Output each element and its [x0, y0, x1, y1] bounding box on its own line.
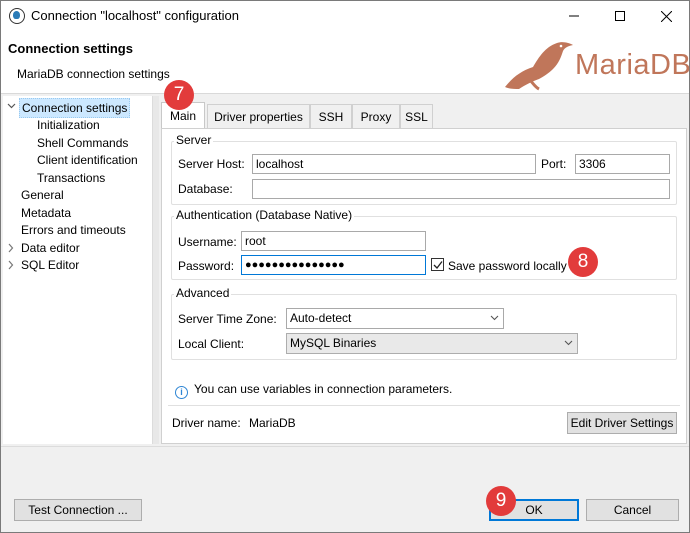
nav-item-general[interactable]: General	[21, 186, 64, 204]
header-title: Connection settings	[8, 41, 133, 56]
nav-item-transactions[interactable]: Transactions	[37, 169, 105, 187]
logo-text: MariaDB	[575, 49, 690, 81]
nav-item-initialization[interactable]: Initialization	[37, 116, 100, 134]
chevron-down-icon[interactable]	[7, 97, 17, 115]
footer-divider	[1, 446, 689, 447]
save-password-checkbox[interactable]	[431, 258, 444, 271]
title-bar: Connection "localhost" configuration	[1, 1, 689, 31]
port-input[interactable]: 3306	[575, 154, 670, 174]
nav-label: Client identification	[37, 153, 138, 167]
test-connection-button[interactable]: Test Connection ...	[14, 499, 142, 521]
nav-label: Metadata	[21, 206, 72, 220]
info-text: You can use variables in connection para…	[194, 382, 453, 396]
chevron-right-icon[interactable]	[7, 239, 17, 257]
mariadb-logo: MariaDB	[499, 31, 690, 93]
cancel-button[interactable]: Cancel	[586, 499, 679, 521]
close-button[interactable]	[643, 1, 689, 31]
minimize-button[interactable]	[551, 1, 597, 31]
dialog-header: Connection settings MariaDB connection s…	[1, 31, 690, 93]
database-label: Database:	[178, 182, 233, 196]
advanced-group-title: Advanced	[174, 286, 232, 300]
username-input[interactable]: root	[241, 231, 426, 251]
local-client-label: Local Client:	[178, 337, 245, 351]
chevron-down-icon	[490, 315, 499, 321]
chevron-down-icon	[564, 340, 573, 346]
server-host-input[interactable]: localhost	[252, 154, 536, 174]
maximize-icon	[615, 11, 625, 21]
content-divider	[168, 405, 680, 406]
tab-driver-properties[interactable]: Driver properties	[207, 104, 310, 128]
info-icon: i	[175, 386, 188, 399]
timezone-select[interactable]: Auto-detect	[286, 308, 504, 329]
nav-item-errors-and-timeouts[interactable]: Errors and timeouts	[21, 221, 126, 239]
step-badge-9: 9	[486, 486, 516, 516]
edit-driver-settings-button[interactable]: Edit Driver Settings	[567, 412, 677, 434]
tab-ssh[interactable]: SSH	[310, 104, 352, 128]
window-title: Connection "localhost" configuration	[31, 8, 239, 23]
timezone-label: Server Time Zone:	[178, 312, 277, 326]
variables-info: i You can use variables in connection par…	[175, 382, 452, 399]
password-label: Password:	[178, 259, 235, 273]
mariadb-seal-icon	[505, 42, 573, 91]
header-divider	[1, 93, 689, 94]
nav-label: Initialization	[37, 118, 100, 132]
step-badge-8: 8	[568, 247, 598, 277]
settings-nav-tree: Connection settings Initialization Shell…	[3, 96, 153, 444]
maximize-button[interactable]	[597, 1, 643, 31]
close-icon	[660, 10, 672, 22]
dbeaver-app-icon	[9, 8, 25, 24]
tab-ssl[interactable]: SSL	[400, 104, 433, 128]
step-badge-7: 7	[164, 80, 194, 110]
nav-label: Transactions	[37, 171, 106, 185]
driver-name-label: Driver name:	[172, 416, 241, 430]
tab-proxy[interactable]: Proxy	[352, 104, 400, 128]
nav-label: Errors and timeouts	[21, 223, 126, 237]
nav-label: Data editor	[21, 241, 80, 255]
advanced-group: Advanced Server Time Zone: Auto-detect L…	[171, 286, 677, 360]
nav-item-metadata[interactable]: Metadata	[21, 204, 71, 222]
database-input[interactable]	[252, 179, 670, 199]
auth-group-title: Authentication (Database Native)	[174, 208, 355, 222]
driver-name-value: MariaDB	[249, 416, 296, 430]
username-label: Username:	[178, 235, 237, 249]
timezone-value: Auto-detect	[290, 311, 352, 325]
checkmark-icon	[433, 261, 443, 269]
nav-label: SQL Editor	[21, 258, 80, 272]
nav-label: General	[21, 188, 64, 202]
auth-group: Authentication (Database Native) Usernam…	[171, 208, 677, 280]
chevron-right-icon[interactable]	[7, 256, 17, 274]
minimize-icon	[569, 15, 579, 17]
connection-config-dialog: Connection "localhost" configuration Con…	[0, 0, 690, 533]
server-group: Server Server Host: localhost Port: 3306…	[171, 133, 677, 205]
server-group-title: Server	[174, 133, 214, 147]
nav-item-shell-commands[interactable]: Shell Commands	[37, 134, 128, 152]
nav-item-client-identification[interactable]: Client identification	[37, 151, 138, 169]
local-client-value: MySQL Binaries	[290, 336, 377, 350]
nav-splitter[interactable]	[153, 96, 159, 444]
local-client-select[interactable]: MySQL Binaries	[286, 333, 578, 354]
header-subtitle: MariaDB connection settings	[17, 67, 170, 81]
nav-label: Shell Commands	[37, 136, 129, 150]
port-label: Port:	[541, 157, 567, 171]
main-tab-content: Server Server Host: localhost Port: 3306…	[161, 128, 687, 444]
save-password-label[interactable]: Save password locally	[448, 259, 567, 273]
password-input[interactable]: ●●●●●●●●●●●●●●●	[241, 255, 426, 275]
server-host-label: Server Host:	[178, 157, 245, 171]
nav-label: Connection settings	[19, 98, 131, 118]
